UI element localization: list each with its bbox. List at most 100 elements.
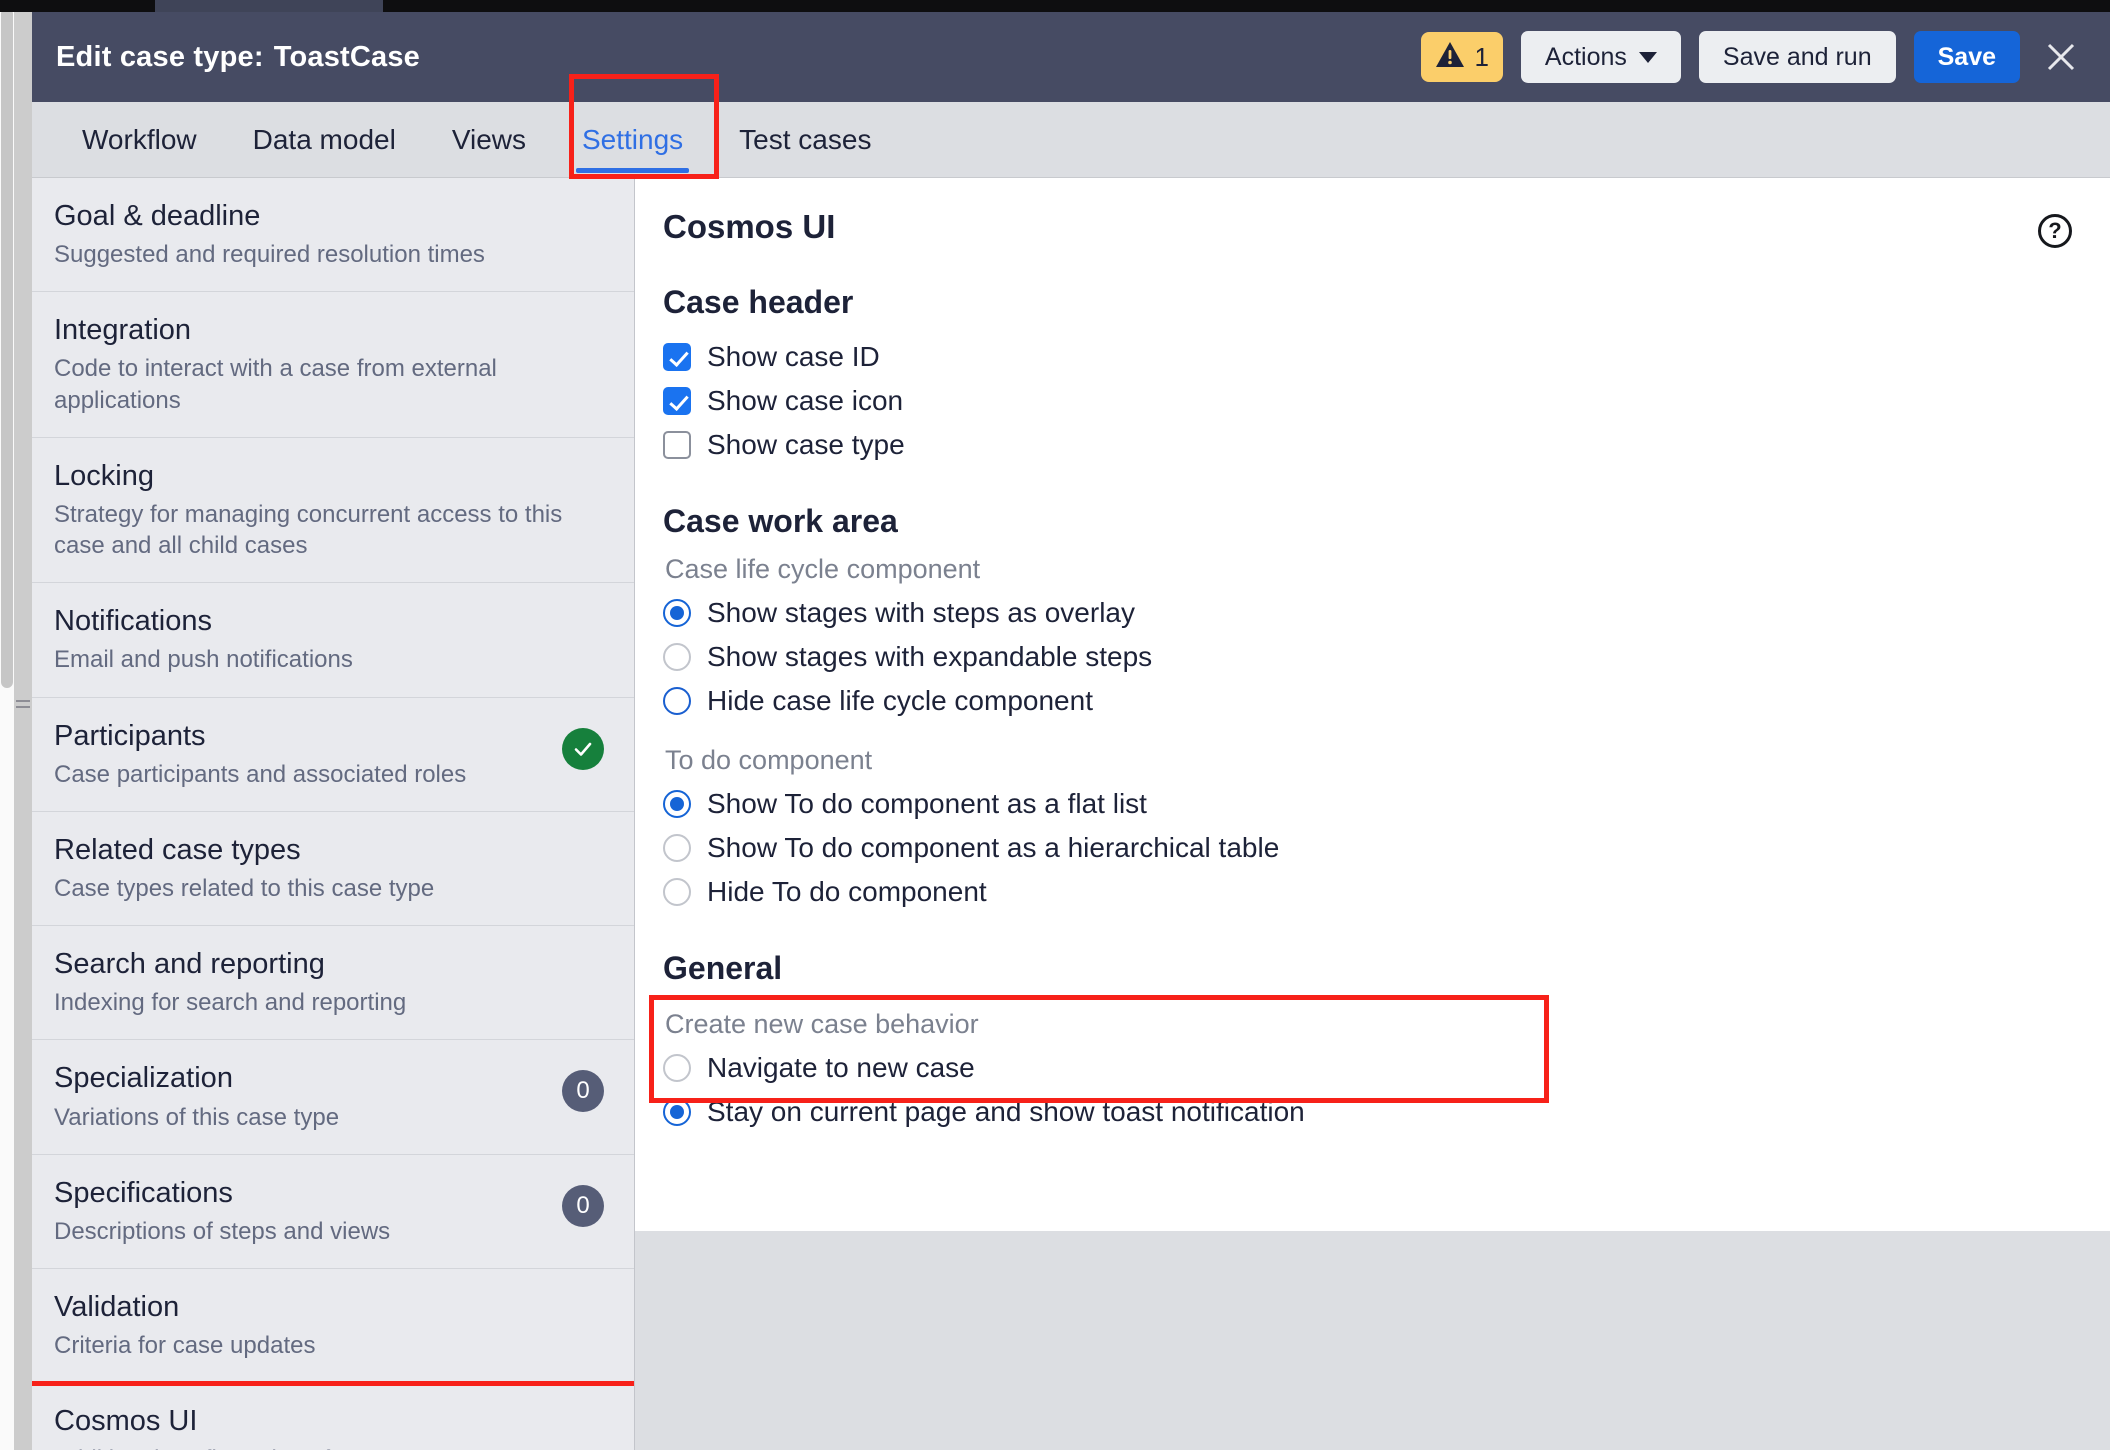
checkbox-row-show-case-icon[interactable]: Show case icon [663, 379, 2076, 423]
sidebar-item-count-badge: 0 [562, 1070, 604, 1113]
radio-row-todo-flat-list[interactable]: Show To do component as a flat list [663, 782, 2076, 826]
radio-row-show-stages-overlay[interactable]: Show stages with steps as overlay [663, 591, 2076, 635]
sidebar-item-title: Cosmos UI [54, 1405, 198, 1438]
radio-show-stages-overlay[interactable] [663, 599, 691, 627]
page-title-prefix: Edit case type: [56, 40, 264, 73]
checkbox-label: Show case type [707, 429, 905, 460]
screen-root: Edit case type: ToastCase 1 Actions Save… [0, 0, 2110, 1450]
radio-label: Show stages with expandable steps [707, 641, 1153, 672]
sidebar-item-subtitle: Case types related to this case type [54, 874, 435, 902]
section-heading-case-header: Case header [663, 284, 854, 320]
page-scrollbar-track[interactable] [0, 0, 14, 1450]
radio-todo-flat-list[interactable] [663, 790, 691, 818]
sidebar-item-title: Specifications [54, 1176, 233, 1209]
sidebar-item-title: Notifications [54, 605, 212, 638]
sidebar-item-subtitle: Indexing for search and reporting [54, 989, 407, 1017]
question-mark-circle-icon[interactable]: ? [2038, 214, 2072, 248]
main-tabbar: Workflow Data model Views Settings Test … [32, 74, 2110, 179]
edit-case-type-window: Edit case type: ToastCase 1 Actions Save… [32, 12, 2110, 1450]
sidebar-item-subtitle: Code to interact with a case from extern… [54, 355, 497, 414]
sidebar-item-validation[interactable]: Validation Criteria for case updates [32, 1269, 634, 1384]
tab-workflow[interactable]: Workflow [54, 102, 225, 177]
sidebar-item-title: Related case types [54, 833, 301, 866]
save-and-run-button[interactable]: Save and run [1698, 31, 1896, 83]
radio-row-todo-hide[interactable]: Hide To do component [663, 870, 2076, 914]
radio-show-stages-expandable[interactable] [663, 643, 691, 671]
radio-label: Hide case life cycle component [707, 685, 1093, 716]
close-x-icon[interactable] [2038, 34, 2084, 80]
section-heading-general: General [663, 950, 783, 986]
sidebar-item-subtitle: Criteria for case updates [54, 1332, 316, 1360]
radio-row-hide-case-life-cycle[interactable]: Hide case life cycle component [663, 679, 2076, 723]
settings-sidebar: Goal & deadline Suggested and required r… [32, 178, 635, 1450]
actions-button-label: Actions [1544, 42, 1627, 71]
tab-data-model[interactable]: Data model [225, 102, 424, 177]
sidebar-item-title: Integration [54, 314, 192, 347]
sidebar-item-subtitle: Case participants and associated roles [54, 760, 467, 788]
radio-hide-case-life-cycle[interactable] [663, 687, 691, 715]
panel-resize-handle[interactable] [16, 700, 30, 714]
sidebar-item-cosmos-ui[interactable]: Cosmos UI Additional configuration of Co… [32, 1381, 634, 1450]
save-button[interactable]: Save [1913, 31, 2020, 83]
radio-todo-hierarchical-table[interactable] [663, 834, 691, 862]
tab-views[interactable]: Views [424, 102, 554, 177]
page-title: Edit case type: ToastCase [56, 41, 420, 74]
warning-count: 1 [1474, 41, 1489, 72]
sidebar-item-title: Locking [54, 459, 154, 492]
radio-navigate-to-new-case[interactable] [663, 1054, 691, 1082]
sidebar-item-title: Search and reporting [54, 948, 325, 981]
cosmos-ui-settings-form: ? Cosmos UI Case header Show case ID Sho… [635, 208, 2110, 1134]
sidebar-item-subtitle: Variations of this case type [54, 1103, 340, 1131]
radio-row-todo-hierarchical-table[interactable]: Show To do component as a hierarchical t… [663, 826, 2076, 870]
sidebar-item-related-case-types[interactable]: Related case types Case types related to… [32, 812, 634, 927]
radio-row-navigate-to-new-case[interactable]: Navigate to new case [663, 1046, 2076, 1090]
checkbox-row-show-case-id[interactable]: Show case ID [663, 335, 2076, 379]
chevron-down-icon [1638, 51, 1657, 63]
sidebar-item-title: Specialization [54, 1062, 233, 1095]
radio-row-show-stages-expandable[interactable]: Show stages with expandable steps [663, 635, 2076, 679]
settings-content-panel: ? Cosmos UI Case header Show case ID Sho… [635, 178, 2110, 1231]
checkbox-row-show-case-type[interactable]: Show case type [663, 423, 2076, 467]
content-panel-title: Cosmos UI [663, 208, 836, 245]
radio-stay-on-current-page[interactable] [663, 1098, 691, 1126]
check-circle-icon [562, 727, 604, 770]
checkbox-label: Show case icon [707, 385, 904, 416]
checkbox-label: Show case ID [707, 341, 880, 372]
panel-resize-strip[interactable] [14, 12, 32, 1450]
sidebar-item-title: Goal & deadline [54, 200, 261, 232]
sidebar-item-specialization[interactable]: Specialization Variations of this case t… [32, 1040, 634, 1155]
sidebar-item-specifications[interactable]: Specifications Descriptions of steps and… [32, 1155, 634, 1270]
page-scrollbar-thumb[interactable] [1, 8, 13, 688]
radio-label: Stay on current page and show toast noti… [707, 1096, 1305, 1127]
checkbox-show-case-id[interactable] [663, 343, 691, 371]
sidebar-item-title: Validation [54, 1291, 180, 1324]
page-title-case-type: ToastCase [273, 40, 421, 73]
tab-settings[interactable]: Settings [554, 102, 711, 177]
section-heading-case-work-area: Case work area [663, 503, 898, 539]
sidebar-item-integration[interactable]: Integration Code to interact with a case… [32, 292, 634, 438]
sidebar-item-participants[interactable]: Participants Case participants and assoc… [32, 698, 634, 812]
group-label-create-new-case-behavior: Create new case behavior [665, 1009, 979, 1039]
sidebar-item-notifications[interactable]: Notifications Email and push notificatio… [32, 583, 634, 698]
radio-label: Hide To do component [707, 876, 987, 907]
radio-todo-hide[interactable] [663, 878, 691, 906]
group-label-to-do-component: To do component [665, 745, 873, 775]
warning-triangle-icon [1435, 41, 1465, 73]
sidebar-item-locking[interactable]: Locking Strategy for managing concurrent… [32, 438, 634, 584]
sidebar-item-count-badge: 0 [562, 1184, 604, 1227]
checkbox-show-case-type[interactable] [663, 431, 691, 459]
settings-body: Goal & deadline Suggested and required r… [32, 178, 2110, 1450]
checkbox-show-case-icon[interactable] [663, 387, 691, 415]
radio-row-stay-on-current-page[interactable]: Stay on current page and show toast noti… [663, 1090, 2076, 1134]
warning-badge[interactable]: 1 [1421, 32, 1503, 82]
sidebar-item-search-and-reporting[interactable]: Search and reporting Indexing for search… [32, 926, 634, 1041]
sidebar-item-title: Participants [54, 719, 206, 752]
create-new-case-behavior-group: Create new case behavior Navigate to new… [649, 995, 2076, 1134]
sidebar-item-subtitle: Descriptions of steps and views [54, 1217, 391, 1245]
radio-label: Show To do component as a hierarchical t… [707, 832, 1280, 863]
tab-test-cases[interactable]: Test cases [711, 102, 899, 177]
group-label-case-life-cycle-component: Case life cycle component [665, 554, 981, 584]
actions-button[interactable]: Actions [1520, 31, 1681, 83]
sidebar-item-goal-deadline[interactable]: Goal & deadline Suggested and required r… [32, 178, 634, 293]
browser-tab-chip[interactable] [155, 0, 383, 12]
